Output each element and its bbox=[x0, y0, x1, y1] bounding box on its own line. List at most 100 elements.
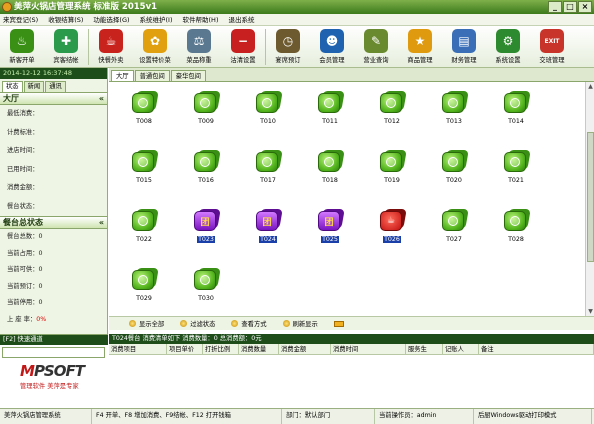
occupied-table-icon: ☕ bbox=[378, 206, 407, 232]
available-table-icon bbox=[316, 88, 345, 114]
table-tile[interactable]: T013 bbox=[423, 85, 485, 144]
summary-value: 0 bbox=[38, 299, 43, 306]
scroll-thumb[interactable] bbox=[587, 132, 594, 262]
table-tile[interactable]: T020 bbox=[423, 144, 485, 203]
toolbar-button[interactable]: ◷ 宴席预订 bbox=[266, 26, 310, 68]
settings-icon: ⚙ bbox=[496, 29, 520, 53]
column-header[interactable]: 服务生 bbox=[406, 344, 443, 354]
available-table-icon bbox=[502, 88, 531, 114]
column-header[interactable]: 消费时间 bbox=[331, 344, 406, 354]
toolbar-button[interactable]: ✎ 营业查询 bbox=[354, 26, 398, 68]
toolbar-button-label: 设置特价菜 bbox=[139, 57, 171, 64]
more-options-icon[interactable] bbox=[333, 320, 344, 327]
toolbar-button[interactable]: ★ 商品管理 bbox=[398, 26, 442, 68]
weigh-icon: ⚖ bbox=[187, 29, 211, 53]
toolbar-button[interactable]: ☻ 会员管理 bbox=[310, 26, 354, 68]
show-all-button[interactable]: 显示全部 bbox=[129, 319, 164, 328]
column-header[interactable]: 记账人 bbox=[443, 344, 479, 354]
tab-luxury-room[interactable]: 豪华包间 bbox=[170, 70, 206, 81]
menu-help[interactable]: 软件帮助(H) bbox=[183, 14, 219, 25]
table-tile[interactable]: T030 bbox=[175, 262, 237, 321]
reserved-table-icon: 团 bbox=[254, 206, 283, 232]
tab-messages[interactable]: 通讯 bbox=[45, 81, 66, 92]
table-icon-face bbox=[132, 152, 154, 172]
table-tile[interactable]: T027 bbox=[423, 203, 485, 262]
maximize-button[interactable]: □ bbox=[563, 1, 577, 13]
vertical-scrollbar[interactable]: ▲ ▼ bbox=[585, 82, 594, 316]
table-label: T018 bbox=[322, 177, 338, 184]
view-mode-button[interactable]: 查看方式 bbox=[231, 319, 267, 328]
column-header[interactable]: 消费项目 bbox=[109, 344, 167, 354]
table-grid: T008 T009 T010 T011 T012 T013 T014 T015 T016 T017… bbox=[109, 83, 584, 316]
tab-news[interactable]: 新闻 bbox=[23, 81, 45, 92]
table-label: T025 bbox=[321, 236, 339, 243]
table-tile[interactable]: T014 bbox=[485, 85, 547, 144]
close-button[interactable]: × bbox=[578, 1, 592, 13]
consumption-amount-label: 消费金额： bbox=[7, 184, 39, 191]
table-tile[interactable]: T018 bbox=[299, 144, 361, 203]
available-table-icon bbox=[440, 206, 469, 232]
column-header[interactable]: 消费金额 bbox=[279, 344, 331, 354]
table-icon-face: 团 bbox=[194, 211, 216, 231]
summary-section-header[interactable]: 餐台总状态 « bbox=[0, 216, 107, 229]
menu-functions[interactable]: 功能选择(G) bbox=[93, 14, 129, 25]
column-header[interactable]: 消费数量 bbox=[239, 344, 279, 354]
filter-icon bbox=[180, 320, 188, 327]
summary-value: 0 bbox=[38, 233, 43, 240]
table-tile[interactable]: T022 bbox=[113, 203, 175, 262]
hall-section-header[interactable]: 大厅 « bbox=[0, 92, 107, 105]
reservation-icon: ◷ bbox=[276, 29, 300, 53]
table-tile[interactable]: T017 bbox=[237, 144, 299, 203]
column-header[interactable]: 打折比例 bbox=[203, 344, 239, 354]
table-tile[interactable]: T009 bbox=[175, 85, 237, 144]
column-header[interactable]: 备注 bbox=[479, 344, 594, 354]
table-tile[interactable]: T029 bbox=[113, 262, 175, 321]
table-tile[interactable]: T019 bbox=[361, 144, 423, 203]
query-icon: ✎ bbox=[364, 29, 388, 53]
toolbar-button[interactable]: ✿ 设置特价菜 bbox=[133, 26, 177, 68]
summary-label: 上 座 率： bbox=[7, 315, 37, 323]
tab-hall[interactable]: 大厅 bbox=[111, 70, 134, 81]
toolbar-button[interactable]: EXIT 交班管理 bbox=[530, 26, 574, 68]
menu-guest[interactable]: 来宾登记(S) bbox=[3, 14, 38, 25]
menu-exit[interactable]: 退出系统 bbox=[228, 14, 254, 25]
refresh-button[interactable]: 刷新显示 bbox=[282, 319, 318, 328]
summary-label: 当前可供： bbox=[7, 266, 39, 273]
column-header[interactable]: 项目单价 bbox=[167, 344, 203, 354]
app-icon bbox=[2, 2, 12, 12]
scroll-up-icon[interactable]: ▲ bbox=[586, 82, 594, 91]
table-tile[interactable]: T016 bbox=[175, 144, 237, 203]
toolbar-button-label: 快餐外卖 bbox=[98, 57, 124, 64]
toolbar-button[interactable]: − 沽清设置 bbox=[221, 26, 265, 68]
table-tile[interactable]: 团 T023 bbox=[175, 203, 237, 262]
table-tile[interactable]: T008 bbox=[113, 85, 175, 144]
window-title: 美萍火锅店管理系统 标准版 2015v1 bbox=[14, 2, 158, 12]
table-tile[interactable]: T010 bbox=[237, 85, 299, 144]
toolbar-button[interactable]: ▤ 财务管理 bbox=[442, 26, 486, 68]
toolbar-button[interactable]: ⚙ 系统设置 bbox=[486, 26, 530, 68]
toolbar-button[interactable]: ⚖ 菜品称重 bbox=[177, 26, 221, 68]
filter-status-button[interactable]: 过滤状态 bbox=[180, 319, 215, 328]
summary-row: 当前停用：0 bbox=[0, 295, 107, 312]
toolbar-button[interactable]: ♨ 新客开单 bbox=[0, 26, 44, 68]
finance-icon: ▤ bbox=[452, 29, 476, 53]
toolbar-button[interactable]: ☕ 快餐外卖 bbox=[89, 26, 133, 68]
table-tile[interactable]: T011 bbox=[299, 85, 361, 144]
menu-maintenance[interactable]: 系统维护(I) bbox=[140, 14, 173, 25]
table-tile[interactable]: T012 bbox=[361, 85, 423, 144]
table-tile[interactable]: T028 bbox=[485, 203, 547, 262]
toolbar-button[interactable]: ✚ 宾客结帐 bbox=[44, 26, 88, 68]
table-tile[interactable]: T021 bbox=[485, 144, 547, 203]
minimize-button[interactable]: _ bbox=[548, 1, 562, 13]
quick-channel-input[interactable] bbox=[2, 347, 105, 358]
table-icon-face bbox=[194, 93, 216, 113]
available-table-icon bbox=[378, 88, 407, 114]
table-tile[interactable]: T015 bbox=[113, 144, 175, 203]
table-tile[interactable]: ☕ T026 bbox=[361, 203, 423, 262]
menu-checkout[interactable]: 收银结算(S) bbox=[48, 14, 83, 25]
scroll-down-icon[interactable]: ▼ bbox=[586, 307, 594, 316]
table-tile[interactable]: 团 T025 bbox=[299, 203, 361, 262]
table-tile[interactable]: 团 T024 bbox=[237, 203, 299, 262]
tab-standard-room[interactable]: 普通包间 bbox=[134, 70, 170, 81]
tab-status[interactable]: 状态 bbox=[2, 81, 23, 92]
